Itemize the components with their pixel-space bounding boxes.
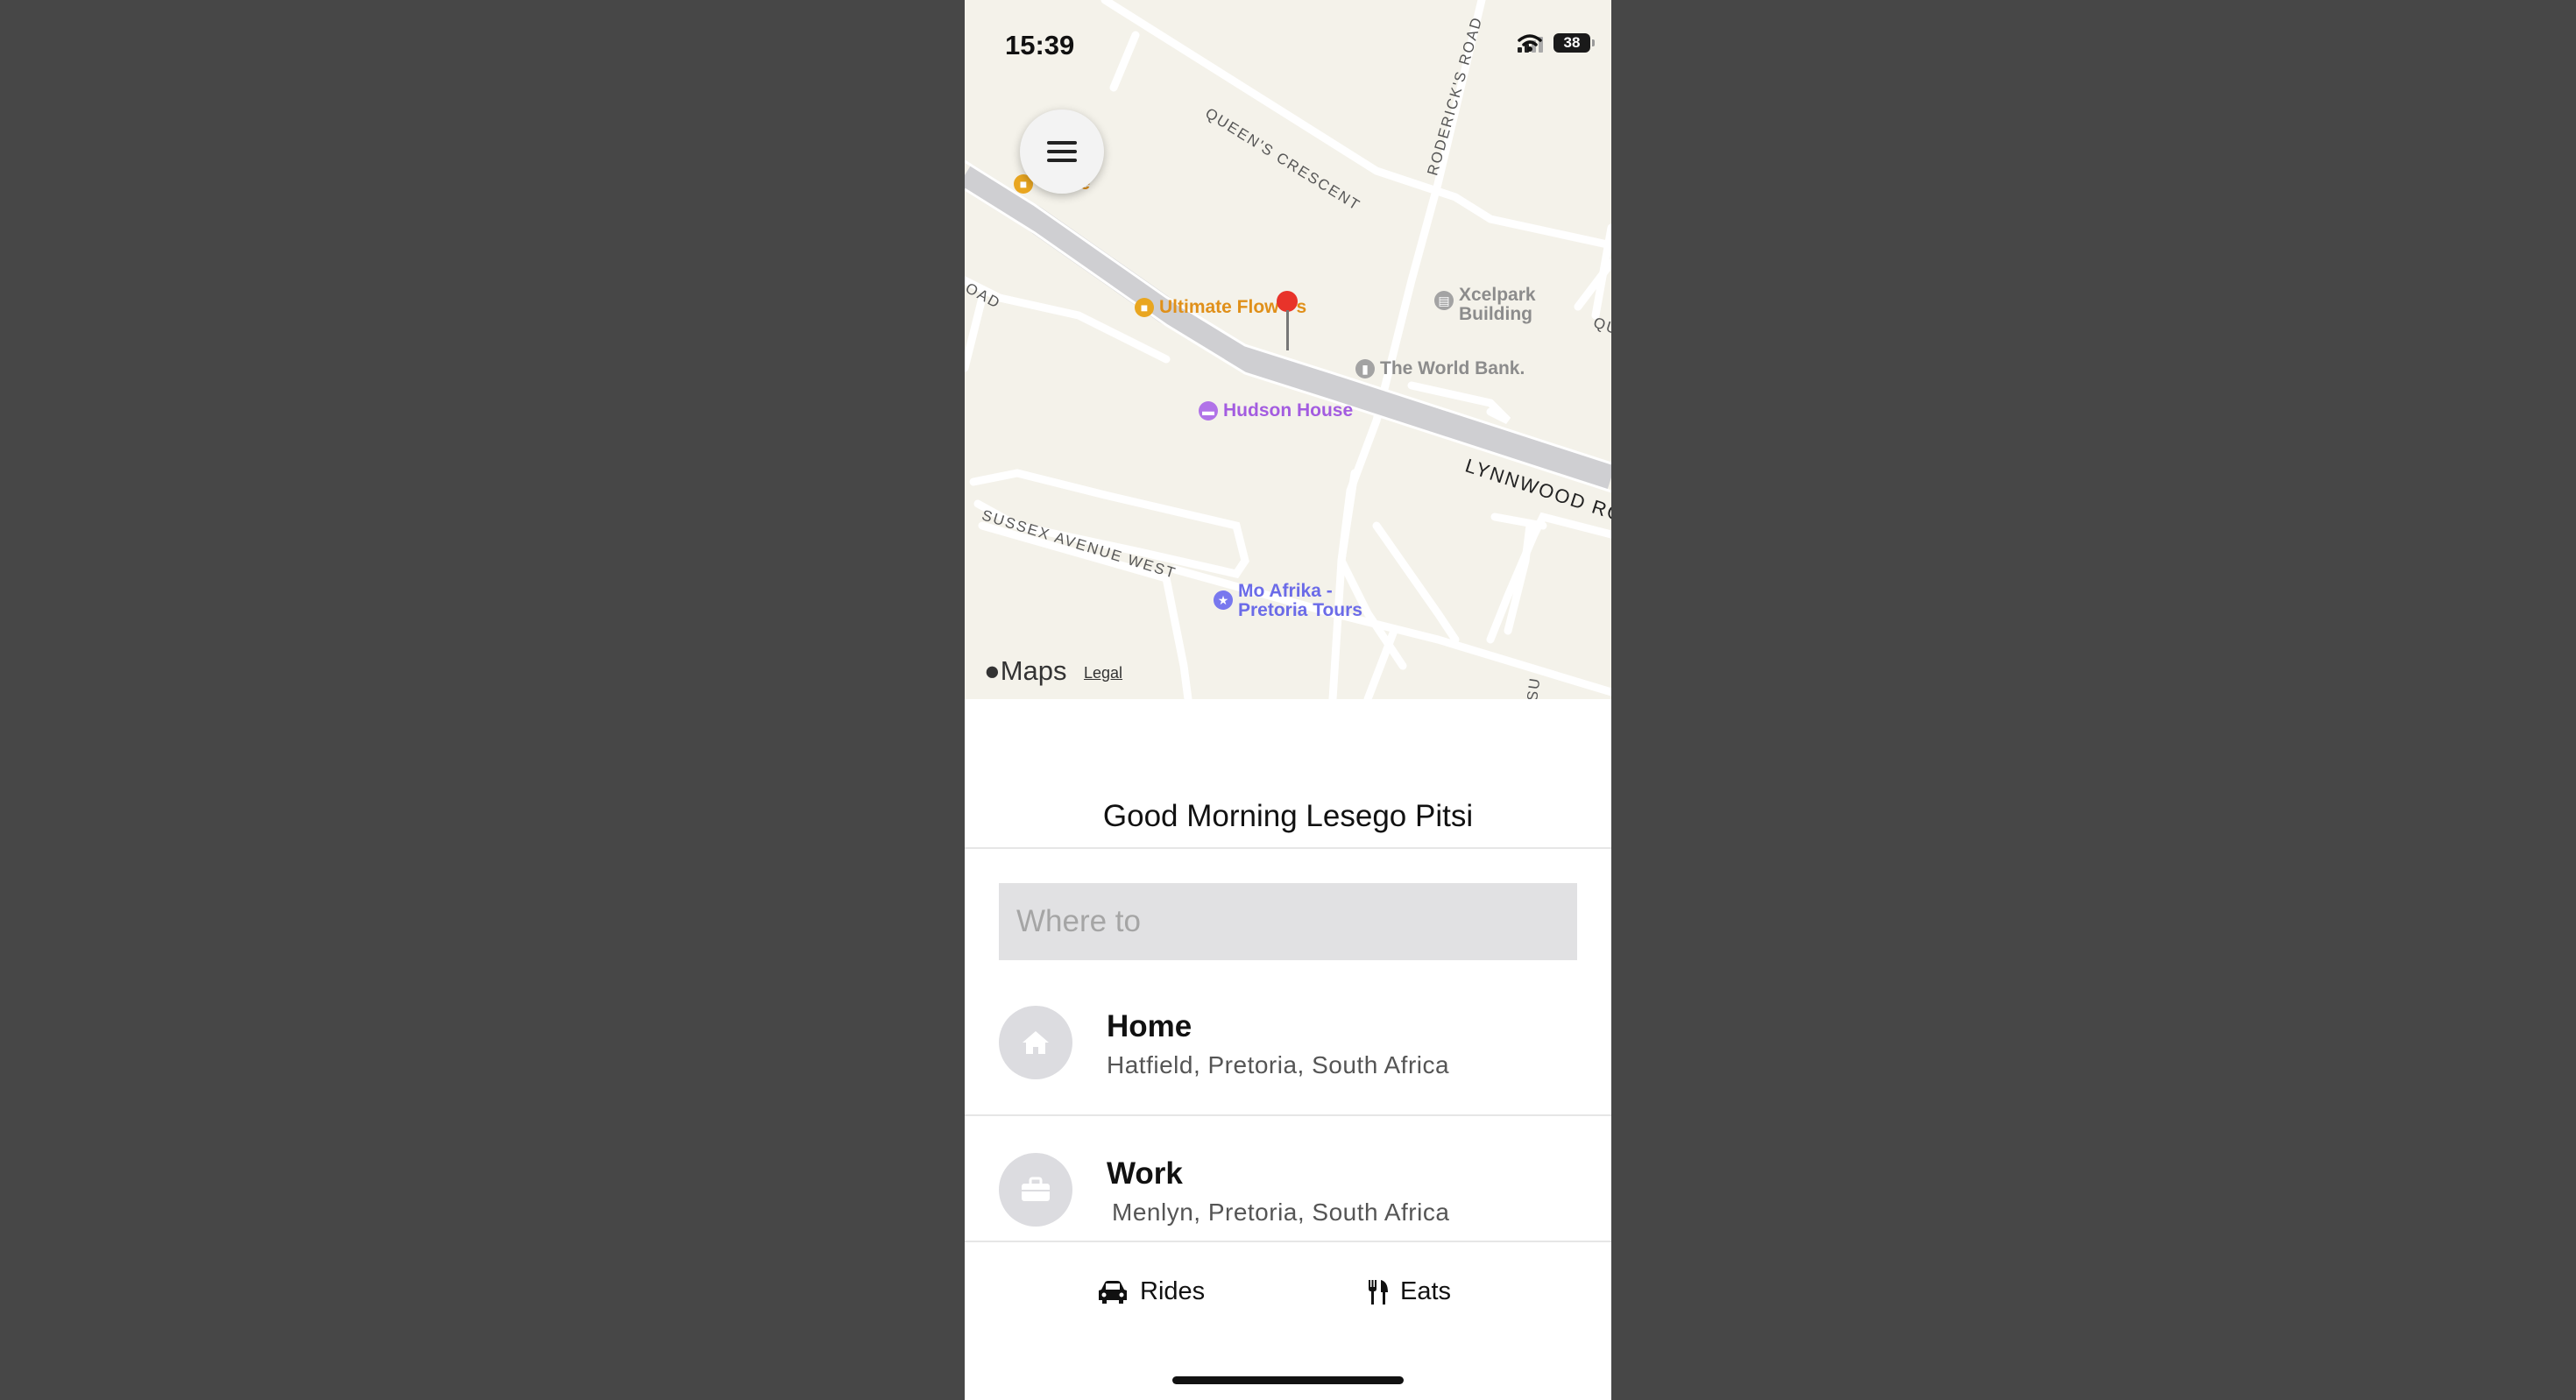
legal-link[interactable]: Legal	[1084, 664, 1122, 682]
fork-knife-icon	[1369, 1279, 1388, 1305]
divider	[965, 1241, 1611, 1242]
status-icons: 38	[1518, 33, 1595, 53]
tab-label: Eats	[1400, 1277, 1452, 1305]
greeting: Good Morning Lesego Pitsi	[1102, 799, 1474, 833]
hamburger-menu-icon	[1047, 136, 1077, 167]
battery-icon: 38	[1553, 33, 1595, 53]
shopping-bag-icon: ■	[1135, 298, 1154, 317]
where-to-input[interactable]	[999, 883, 1577, 960]
tab-label: Rides	[1140, 1277, 1206, 1305]
home-indicator[interactable]	[1172, 1376, 1404, 1384]
star-icon: ★	[1214, 590, 1233, 610]
building-icon: ▮	[1355, 359, 1375, 378]
tab-rides[interactable]: Rides	[1096, 1277, 1205, 1306]
road-label: SU	[1524, 675, 1544, 699]
divider	[965, 1114, 1611, 1116]
map-view[interactable]: 15:39 38 QUEEN'S CRESCENT RODERICK'S ROA…	[965, 0, 1611, 699]
poi-name-line2: Building	[1459, 304, 1532, 324]
poi-xcelpark[interactable]: ▤ Xcelpark Building	[1434, 286, 1536, 324]
tab-bar: Rides Eats	[965, 1244, 1611, 1340]
location-pin-stem	[1286, 310, 1289, 350]
divider	[965, 847, 1611, 849]
saved-place-home[interactable]: Home Hatfield, Pretoria, South Africa	[965, 981, 1611, 1113]
poi-hudson-house[interactable]: ▬ Hudson House	[1199, 401, 1353, 421]
place-name: Home	[1107, 1009, 1192, 1043]
place-address: Hatfield, Pretoria, South Africa	[1107, 1051, 1450, 1078]
tab-eats[interactable]: Eats	[1367, 1277, 1451, 1306]
location-pin-icon	[1277, 291, 1298, 312]
wifi-icon	[1518, 34, 1542, 52]
poi-name: Mo Afrika -	[1238, 581, 1333, 601]
parking-icon: ▤	[1434, 291, 1454, 310]
apple-maps-logo: ●Maps	[984, 655, 1067, 686]
bed-icon: ▬	[1199, 401, 1218, 421]
car-icon	[1099, 1280, 1127, 1304]
place-name: Work	[1107, 1156, 1183, 1191]
phone-screen: 15:39 38 QUEEN'S CRESCENT RODERICK'S ROA…	[965, 0, 1611, 1400]
house-icon	[999, 1006, 1072, 1079]
apple-logo-icon: ●	[984, 655, 1001, 686]
menu-button[interactable]	[1020, 110, 1104, 194]
poi-name-line2: Pretoria Tours	[1238, 600, 1362, 620]
poi-name: Xcelpark	[1459, 285, 1536, 305]
poi-mo-afrika[interactable]: ★ Mo Afrika - Pretoria Tours	[1214, 582, 1362, 620]
status-time: 15:39	[1005, 30, 1075, 60]
place-address: Menlyn, Pretoria, South Africa	[1112, 1198, 1450, 1226]
poi-world-bank[interactable]: ▮ The World Bank.	[1355, 359, 1525, 378]
briefcase-icon	[999, 1153, 1072, 1227]
